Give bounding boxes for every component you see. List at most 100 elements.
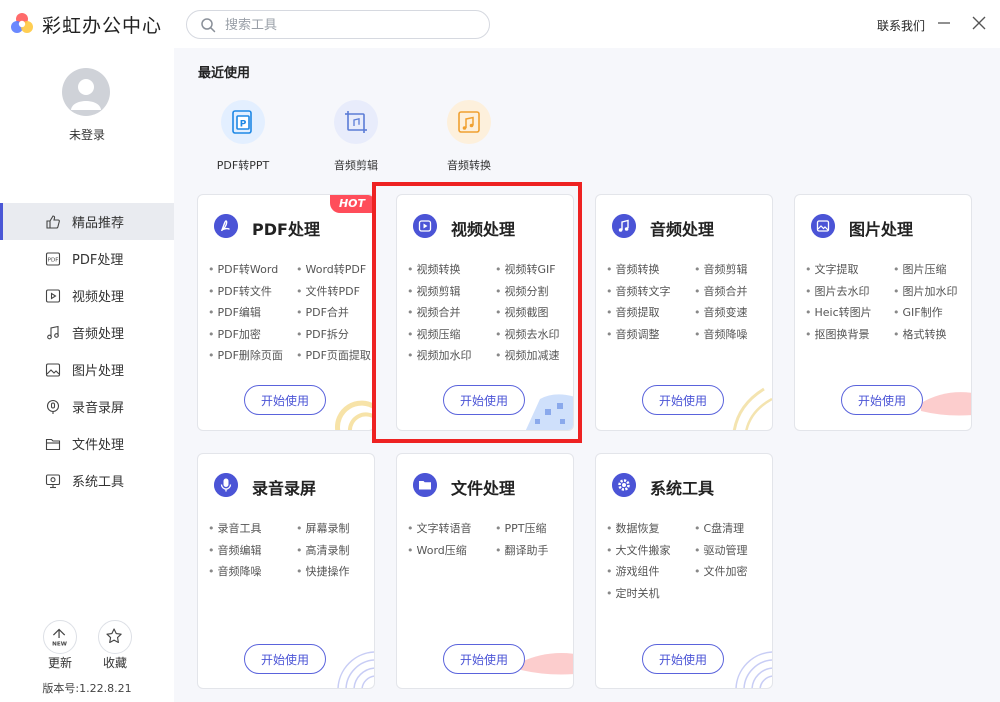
feature-item[interactable]: 音频提取 bbox=[606, 304, 694, 322]
audio-card[interactable]: 音频处理 音频转换 音频剪辑 音频转文字 音频合并 音频提取 音频变速 音频调整… bbox=[595, 194, 773, 431]
feature-item[interactable]: 音频转文字 bbox=[606, 283, 694, 301]
recent-icon-wrap bbox=[334, 100, 378, 144]
feature-list: 录音工具 屏幕录制 音频编辑 高清录制 音频降噪 快捷操作 bbox=[208, 520, 374, 581]
feature-item[interactable]: 图片压缩 bbox=[893, 261, 971, 279]
feature-item[interactable]: PDF加密 bbox=[208, 326, 296, 344]
recent-item-pdf-to-ppt[interactable]: P PDF转PPT bbox=[198, 100, 288, 173]
pdf-card[interactable]: HOT PDF处理 PDF转Word Word转PDF PDF转文件 文件转PD… bbox=[197, 194, 375, 431]
update-badge: NEW bbox=[52, 641, 68, 647]
sidebar-item-label: 录音录屏 bbox=[72, 401, 125, 416]
feature-item[interactable]: 高清录制 bbox=[296, 542, 374, 560]
feature-item[interactable]: PPT压缩 bbox=[495, 520, 573, 538]
feature-item[interactable]: 文件转PDF bbox=[296, 283, 374, 301]
sidebar-item-system[interactable]: 系统工具 bbox=[0, 462, 174, 499]
sidebar-item-video[interactable]: 视频处理 bbox=[0, 277, 174, 314]
feature-item[interactable]: GIF制作 bbox=[893, 304, 971, 322]
feature-item[interactable]: 音频调整 bbox=[606, 326, 694, 344]
feature-item[interactable]: 图片加水印 bbox=[893, 283, 971, 301]
decoration-shape bbox=[921, 392, 971, 416]
login-status[interactable]: 未登录 bbox=[0, 126, 174, 143]
feature-item[interactable]: 格式转换 bbox=[893, 326, 971, 344]
feature-item[interactable]: 文字提取 bbox=[805, 261, 893, 279]
feature-item[interactable]: 音频降噪 bbox=[694, 326, 772, 344]
feature-item[interactable]: 录音工具 bbox=[208, 520, 296, 538]
feature-item[interactable]: 音频编辑 bbox=[208, 542, 296, 560]
contact-us-link[interactable]: 联系我们 bbox=[877, 17, 925, 34]
pdf-icon bbox=[214, 214, 238, 238]
start-button[interactable]: 开始使用 bbox=[642, 644, 724, 674]
feature-item[interactable]: 文件加密 bbox=[694, 563, 772, 581]
feature-item[interactable]: PDF删除页面 bbox=[208, 347, 296, 365]
start-button[interactable]: 开始使用 bbox=[244, 385, 326, 415]
feature-item[interactable]: PDF编辑 bbox=[208, 304, 296, 322]
decoration-shape bbox=[337, 651, 374, 688]
search-input[interactable] bbox=[225, 15, 475, 35]
search-box[interactable] bbox=[186, 10, 490, 39]
sidebar-item-label: 音频处理 bbox=[72, 327, 125, 342]
feature-item[interactable]: Heic转图片 bbox=[805, 304, 893, 322]
music-convert-icon bbox=[458, 111, 480, 133]
minimize-icon[interactable] bbox=[933, 12, 955, 34]
update-button[interactable]: NEW bbox=[43, 620, 77, 654]
card-title: 文件处理 bbox=[451, 479, 516, 498]
sidebar-item-recommended[interactable]: 精品推荐 bbox=[0, 203, 174, 240]
feature-item[interactable]: PDF页面提取 bbox=[296, 347, 374, 365]
feature-item[interactable]: C盘清理 bbox=[694, 520, 772, 538]
avatar[interactable] bbox=[62, 68, 110, 116]
hot-badge: HOT bbox=[330, 195, 374, 213]
feature-item[interactable]: 音频剪辑 bbox=[694, 261, 772, 279]
sidebar-item-label: 图片处理 bbox=[72, 364, 125, 379]
folder-icon bbox=[413, 473, 437, 497]
recording-card[interactable]: 录音录屏 录音工具 屏幕录制 音频编辑 高清录制 音频降噪 快捷操作 开始使用 bbox=[197, 453, 375, 689]
feature-item[interactable]: PDF拆分 bbox=[296, 326, 374, 344]
feature-item[interactable]: 抠图换背景 bbox=[805, 326, 893, 344]
file-card[interactable]: 文件处理 文字转语音 PPT压缩 Word压缩 翻译助手 开始使用 bbox=[396, 453, 574, 689]
update-label: 更新 bbox=[47, 656, 72, 670]
start-button[interactable]: 开始使用 bbox=[642, 385, 724, 415]
feature-item[interactable]: 音频变速 bbox=[694, 304, 772, 322]
crop-icon bbox=[345, 111, 367, 133]
rainbow-logo-icon bbox=[11, 13, 33, 33]
feature-item[interactable]: 音频降噪 bbox=[208, 563, 296, 581]
monitor-icon bbox=[45, 474, 61, 489]
recent-icon-wrap bbox=[447, 100, 491, 144]
image-card[interactable]: 图片处理 文字提取 图片压缩 图片去水印 图片加水印 Heic转图片 GIF制作… bbox=[794, 194, 972, 431]
recent-item-audio-convert[interactable]: 音频转换 bbox=[424, 100, 514, 173]
feature-item[interactable]: PDF合并 bbox=[296, 304, 374, 322]
feature-item[interactable]: 屏幕录制 bbox=[296, 520, 374, 538]
feature-item[interactable]: 音频合并 bbox=[694, 283, 772, 301]
sidebar-item-image[interactable]: 图片处理 bbox=[0, 351, 174, 388]
system-card[interactable]: 系统工具 数据恢复 C盘清理 大文件搬家 驱动管理 游戏组件 文件加密 定时关机… bbox=[595, 453, 773, 689]
feature-item[interactable]: PDF转文件 bbox=[208, 283, 296, 301]
sidebar-item-recording[interactable]: 录音录屏 bbox=[0, 388, 174, 425]
sidebar: 未登录 精品推荐 PDF PDF处理 视频处理 音频处理 图片处理 录音录屏 文… bbox=[0, 48, 174, 702]
feature-item[interactable]: 音频转换 bbox=[606, 261, 694, 279]
feature-item[interactable]: Word压缩 bbox=[407, 542, 495, 560]
sidebar-item-label: 视频处理 bbox=[72, 290, 125, 305]
sidebar-item-pdf[interactable]: PDF PDF处理 bbox=[0, 240, 174, 277]
start-button[interactable]: 开始使用 bbox=[244, 644, 326, 674]
card-title: 音频处理 bbox=[650, 220, 715, 239]
feature-item[interactable]: 定时关机 bbox=[606, 585, 694, 603]
recent-item-label: PDF转PPT bbox=[216, 159, 270, 172]
feature-item[interactable]: Word转PDF bbox=[296, 261, 374, 279]
image-icon bbox=[811, 214, 835, 238]
feature-item[interactable]: 翻译助手 bbox=[495, 542, 573, 560]
favorite-button[interactable] bbox=[98, 620, 132, 654]
sidebar-item-file[interactable]: 文件处理 bbox=[0, 425, 174, 462]
feature-item[interactable]: 驱动管理 bbox=[694, 542, 772, 560]
close-icon[interactable] bbox=[968, 12, 990, 34]
gear-icon bbox=[612, 473, 636, 497]
recent-item-audio-edit[interactable]: 音频剪辑 bbox=[311, 100, 401, 173]
start-button[interactable]: 开始使用 bbox=[841, 385, 923, 415]
feature-item[interactable]: 数据恢复 bbox=[606, 520, 694, 538]
feature-item[interactable]: 游戏组件 bbox=[606, 563, 694, 581]
feature-item[interactable]: 大文件搬家 bbox=[606, 542, 694, 560]
sidebar-item-audio[interactable]: 音频处理 bbox=[0, 314, 174, 351]
thumb-up-icon bbox=[46, 215, 60, 229]
feature-item[interactable]: PDF转Word bbox=[208, 261, 296, 279]
feature-item[interactable]: 图片去水印 bbox=[805, 283, 893, 301]
feature-item[interactable]: 快捷操作 bbox=[296, 563, 374, 581]
feature-item[interactable]: 文字转语音 bbox=[407, 520, 495, 538]
start-button[interactable]: 开始使用 bbox=[443, 644, 525, 674]
